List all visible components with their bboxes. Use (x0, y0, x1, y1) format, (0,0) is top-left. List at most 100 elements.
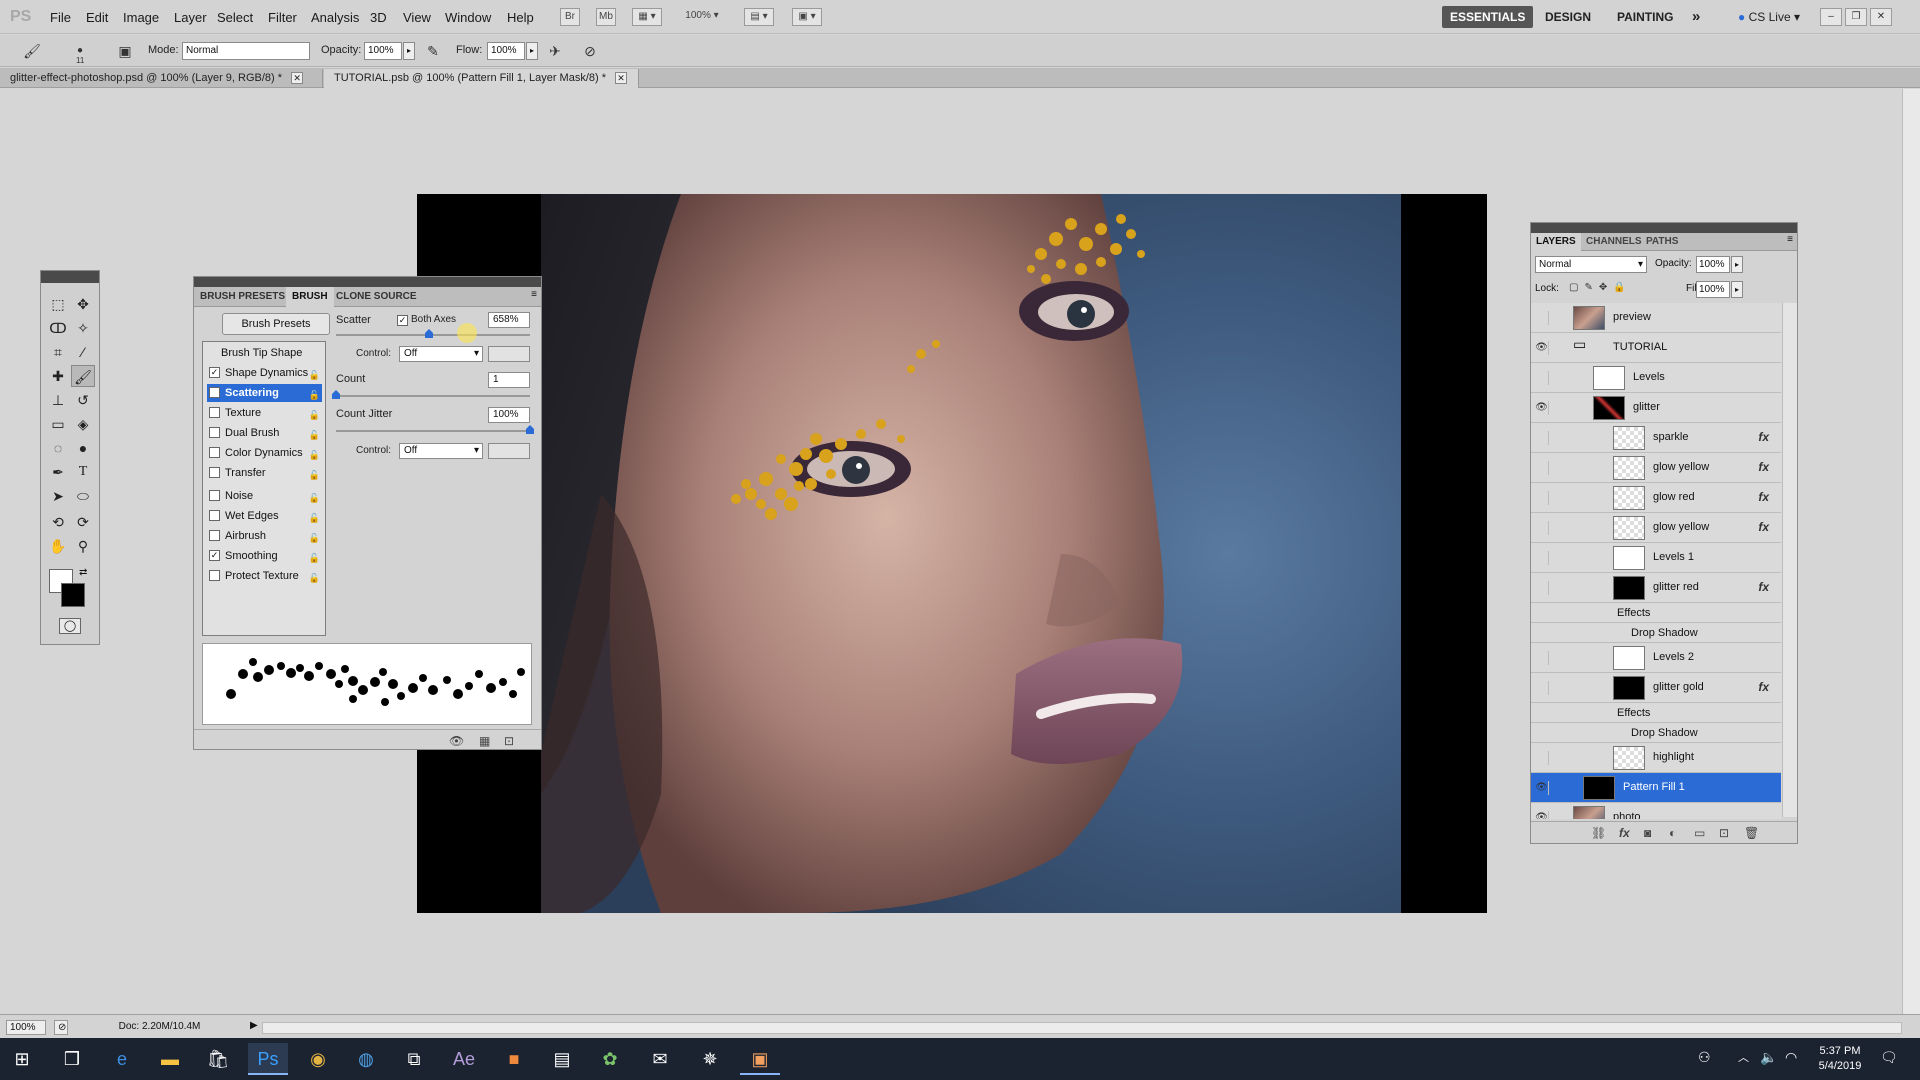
count-jitter-input[interactable]: 100% (488, 407, 530, 423)
fill-arrow[interactable]: ▸ (1731, 281, 1743, 298)
3d-rotate-icon[interactable]: ⟲ (46, 511, 70, 533)
flow-arrow[interactable]: ▸ (526, 42, 538, 60)
app-icon-4[interactable]: ▤ (542, 1043, 582, 1075)
layer-row[interactable]: glow red fx (1531, 483, 1781, 513)
checkbox[interactable] (209, 570, 220, 581)
layer-row[interactable]: 👁 glitter (1531, 393, 1781, 423)
visibility-eye-icon[interactable] (1535, 681, 1549, 695)
brush-tool-icon[interactable]: 🖌 (71, 365, 95, 387)
task-view-icon[interactable]: ❒ (52, 1043, 92, 1075)
checkbox[interactable] (209, 427, 220, 438)
close-window-button[interactable]: ✕ (1870, 8, 1892, 26)
visibility-eye-icon[interactable] (1535, 311, 1549, 325)
add-mask-icon[interactable]: ◙ (1644, 826, 1651, 840)
menu-3d[interactable]: 3D (370, 10, 387, 25)
menu-help[interactable]: Help (507, 10, 534, 25)
tab-channels[interactable]: CHANNELS (1581, 233, 1647, 251)
pressure-opacity-icon[interactable]: ✎ (423, 42, 443, 60)
new-layer-icon[interactable]: ⊡ (1719, 826, 1729, 840)
minimize-button[interactable]: – (1820, 8, 1842, 26)
tray-chevron-icon[interactable]: ︿ (1738, 1049, 1749, 1065)
layer-fx-badge[interactable]: fx (1758, 680, 1769, 694)
toggle-hard-proofing-icon[interactable]: 👁 (449, 734, 464, 748)
checkbox[interactable] (209, 490, 220, 501)
layers-scrollbar[interactable] (1782, 303, 1797, 817)
menu-select[interactable]: Select (217, 10, 253, 25)
cs-live-button[interactable]: ● CS Live ▾ (1730, 6, 1808, 28)
layer-row[interactable]: 👁 Pattern Fill 1 (1531, 773, 1781, 803)
visibility-eye-icon[interactable] (1535, 491, 1549, 505)
layer-effect-row[interactable]: Effects (1531, 703, 1781, 723)
checkbox[interactable]: ✓ (209, 387, 220, 398)
count-slider-track[interactable] (336, 395, 530, 397)
scatter-slider-track[interactable] (336, 334, 530, 336)
layer-row[interactable]: 👁 ▭ TUTORIAL (1531, 333, 1781, 363)
restore-button[interactable]: ❐ (1845, 8, 1867, 26)
history-brush-icon[interactable]: ↺ (71, 389, 95, 411)
visibility-eye-icon[interactable] (1535, 751, 1549, 765)
status-proof-icon[interactable]: ⊘ (54, 1020, 68, 1035)
tab-clone-source[interactable]: CLONE SOURCE (330, 287, 423, 307)
panel-menu-icon[interactable]: ≡ (531, 289, 537, 300)
lock-icons[interactable]: ▢✎✥🔒 (1569, 282, 1632, 293)
lock-icon[interactable]: 🔓 (309, 446, 320, 464)
lock-icon[interactable]: 🔓 (309, 386, 320, 404)
brush-presets-button[interactable]: Brush Presets (222, 313, 330, 335)
store-icon[interactable]: 🛍 (198, 1043, 238, 1075)
visibility-eye-icon[interactable] (1535, 431, 1549, 445)
path-select-icon[interactable]: ➤ (46, 485, 70, 507)
eraser-tool-icon[interactable]: ▭ (46, 413, 70, 435)
photoshop-taskbar-icon[interactable]: Ps (248, 1043, 288, 1075)
menu-filter[interactable]: Filter (268, 10, 297, 25)
quick-mask-icon[interactable]: ◯ (59, 618, 81, 634)
new-brush-icon[interactable]: ⊡ (504, 734, 514, 748)
brush-setting-protect-texture[interactable]: Protect Texture 🔓 (207, 567, 322, 585)
lock-icon[interactable]: 🔓 (309, 509, 320, 527)
quick-select-tool-icon[interactable]: ✧ (71, 317, 95, 339)
layer-effect-row[interactable]: Effects (1531, 603, 1781, 623)
swap-colors-icon[interactable]: ⇄ (79, 567, 87, 578)
type-tool-icon[interactable]: T (71, 461, 95, 483)
link-layers-icon[interactable]: ⛓ (1591, 826, 1606, 840)
layer-fx-badge[interactable]: fx (1758, 460, 1769, 474)
app-icon-2[interactable]: ⧉ (394, 1043, 434, 1075)
brush-setting-color-dynamics[interactable]: Color Dynamics 🔓 (207, 444, 322, 462)
lock-icon[interactable]: 🔓 (309, 466, 320, 484)
lock-icon[interactable]: 🔓 (309, 406, 320, 424)
brush-setting-texture[interactable]: Texture 🔓 (207, 404, 322, 422)
checkbox[interactable] (209, 407, 220, 418)
wifi-icon[interactable]: ◠ (1785, 1049, 1797, 1066)
tab-tutorial[interactable]: TUTORIAL.psb @ 100% (Pattern Fill 1, Lay… (324, 69, 639, 88)
brush-tip-shape-item[interactable]: Brush Tip Shape (207, 344, 322, 362)
lock-icon[interactable]: 🔓 (309, 569, 320, 587)
checkbox[interactable]: ✓ (209, 367, 220, 378)
layer-fx-badge[interactable]: fx (1758, 430, 1769, 444)
lock-icon[interactable]: 🔓 (309, 366, 320, 384)
checkbox[interactable]: ✓ (209, 550, 220, 561)
checkbox[interactable] (209, 510, 220, 521)
people-icon[interactable]: ⚇ (1698, 1049, 1711, 1066)
control2-select[interactable]: Off ▾ (399, 443, 483, 459)
edge-icon[interactable]: e (102, 1043, 142, 1075)
close-icon[interactable]: ✕ (291, 72, 304, 84)
view-extras-button[interactable]: ▦ ▾ (632, 8, 662, 26)
add-layer-style-icon[interactable]: fx (1619, 826, 1630, 840)
new-group-icon[interactable]: ▭ (1694, 826, 1705, 840)
brush-setting-airbrush[interactable]: Airbrush 🔓 (207, 527, 322, 545)
airbrush-icon[interactable]: ✈ (545, 42, 565, 60)
lock-icon[interactable]: 🔓 (309, 426, 320, 444)
tab-layers[interactable]: LAYERS (1531, 233, 1581, 251)
menu-edit[interactable]: Edit (86, 10, 108, 25)
layer-row[interactable]: Levels 2 (1531, 643, 1781, 673)
layer-row[interactable]: preview (1531, 303, 1781, 333)
status-zoom[interactable]: 100% (6, 1020, 46, 1035)
checkbox[interactable] (209, 447, 220, 458)
layer-row[interactable]: 👁 photo (1531, 803, 1781, 819)
eyedropper-tool-icon[interactable]: ⁄ (71, 341, 95, 363)
crop-tool-icon[interactable]: ⌗ (46, 341, 70, 363)
brush-setting-smoothing[interactable]: ✓ Smoothing 🔓 (207, 547, 322, 565)
lasso-tool-icon[interactable]: ↀ (46, 317, 70, 339)
tab-paths[interactable]: PATHS (1641, 233, 1683, 251)
app-icon-6[interactable]: ✵ (690, 1043, 730, 1075)
chrome-icon[interactable]: ◉ (298, 1043, 338, 1075)
